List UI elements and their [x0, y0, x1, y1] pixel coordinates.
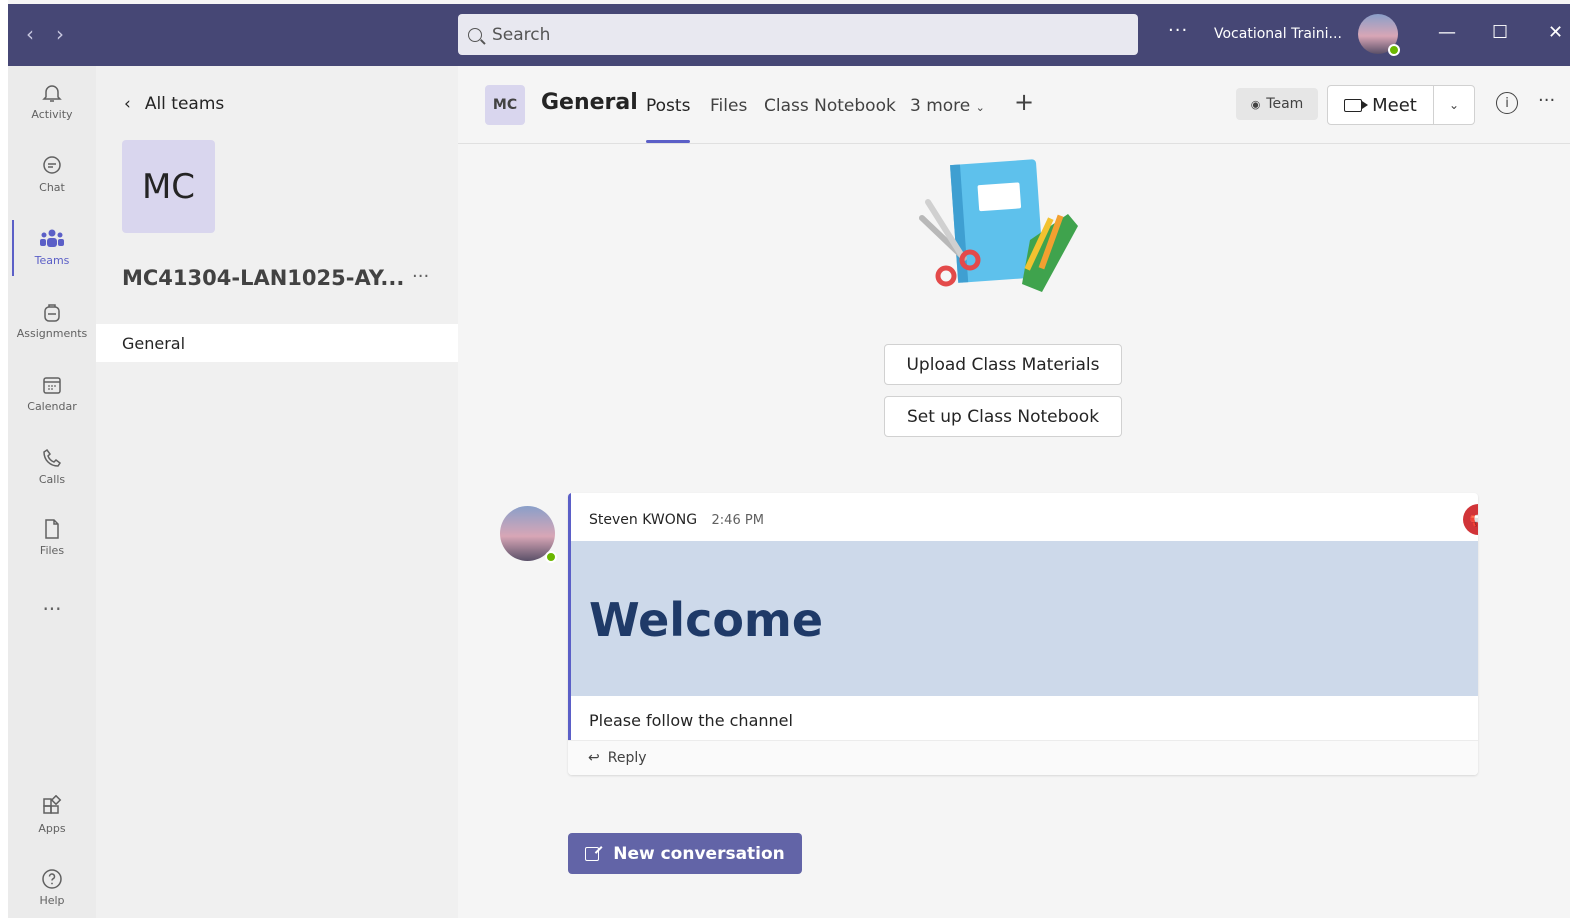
rail-item-apps[interactable]: Apps	[8, 780, 96, 850]
search-placeholder: Search	[492, 24, 551, 45]
tab-more-label: 3 more	[910, 96, 971, 116]
settings-more-button[interactable]: ···	[1168, 20, 1188, 41]
meet-button-group: Meet ⌄	[1327, 85, 1475, 125]
active-tab-indicator	[646, 140, 690, 143]
title-bar: ‹ › Search ··· Vocational Traini... — ☐ …	[8, 4, 1570, 66]
author-avatar[interactable]	[500, 506, 557, 563]
add-tab-button[interactable]: +	[1014, 88, 1034, 116]
info-icon[interactable]: i	[1496, 92, 1518, 114]
new-conversation-button[interactable]: New conversation	[568, 833, 802, 874]
phone-icon	[43, 448, 62, 467]
announcement-post: Steven KWONG 2:46 PM 📢 Welcome Please fo…	[568, 493, 1478, 775]
window-left-edge	[0, 0, 8, 918]
upload-class-materials-button[interactable]: Upload Class Materials	[884, 344, 1122, 385]
channel-avatar: MC	[485, 85, 525, 125]
announcement-banner: Welcome	[571, 541, 1478, 696]
tab-more[interactable]: 3 more ⌄	[910, 96, 985, 116]
megaphone-icon: 📢	[1463, 504, 1478, 535]
tab-posts[interactable]: Posts	[646, 96, 690, 116]
help-icon	[42, 869, 62, 889]
reply-button[interactable]: ↩ Reply	[568, 740, 1478, 775]
calendar-icon	[43, 377, 61, 394]
rail-item-calendar[interactable]: Calendar	[8, 358, 96, 428]
tab-files[interactable]: Files	[710, 96, 747, 116]
chevron-left-icon: ‹	[124, 94, 131, 114]
channel-main: MC General Posts Files Class Notebook 3 …	[458, 66, 1570, 918]
rail-label: Teams	[34, 254, 70, 267]
team-more-button[interactable]: ···	[412, 266, 429, 287]
forward-arrow-icon[interactable]: ›	[56, 22, 64, 46]
apps-icon	[43, 795, 62, 814]
meet-dropdown-button[interactable]: ⌄	[1434, 86, 1474, 124]
rail-label: Help	[39, 894, 65, 907]
reply-arrow-icon: ↩	[588, 750, 600, 766]
search-icon	[468, 27, 482, 42]
rail-item-chat[interactable]: Chat	[8, 139, 96, 209]
channel-title: General	[541, 90, 638, 115]
announcement-title: Welcome	[589, 593, 824, 647]
meet-button-label: Meet	[1372, 94, 1417, 116]
bell-icon	[42, 85, 62, 102]
back-arrow-icon[interactable]: ‹	[26, 22, 34, 46]
file-icon	[45, 519, 59, 539]
compose-icon	[585, 846, 600, 861]
rail-item-activity[interactable]: Activity	[8, 66, 96, 136]
org-switcher[interactable]: Vocational Traini...	[1214, 26, 1342, 42]
rail-label: Assignments	[16, 327, 88, 340]
team-button-label: Team	[1266, 96, 1304, 112]
rail-item-calls[interactable]: Calls	[8, 431, 96, 501]
team-name: MC41304-LAN1025-AY...	[122, 266, 405, 290]
all-teams-link[interactable]: ‹ All teams	[124, 94, 224, 114]
set-up-class-notebook-button[interactable]: Set up Class Notebook	[884, 396, 1122, 437]
team-avatar: MC	[122, 140, 215, 233]
teams-icon	[40, 229, 64, 247]
all-teams-label: All teams	[144, 94, 225, 114]
rail-label: Apps	[38, 822, 66, 835]
rail-item-help[interactable]: Help	[8, 852, 96, 918]
post-author[interactable]: Steven KWONG	[589, 512, 697, 528]
post-time: 2:46 PM	[711, 513, 764, 528]
more-icon: ···	[42, 597, 62, 621]
backpack-icon	[44, 304, 60, 322]
rail-label: Chat	[39, 181, 65, 194]
rail-label: Calendar	[27, 400, 77, 413]
close-button[interactable]: ✕	[1548, 22, 1563, 43]
chevron-down-icon: ⌄	[1448, 98, 1460, 112]
rail-item-files[interactable]: Files	[8, 502, 96, 572]
post-body: Please follow the channel	[589, 711, 793, 730]
reply-label: Reply	[607, 750, 647, 766]
profile-avatar[interactable]	[1358, 14, 1400, 56]
rail-more-apps-button[interactable]: ···	[8, 574, 96, 644]
team-panel: ‹ All teams MC MC41304-LAN1025-AY... ···…	[96, 66, 458, 918]
rail-item-assignments[interactable]: Assignments	[8, 285, 96, 355]
search-input[interactable]: Search	[458, 14, 1138, 55]
meet-button[interactable]: Meet	[1328, 86, 1434, 124]
rail-label: Activity	[31, 108, 73, 121]
presence-available-icon	[545, 551, 557, 563]
post-meta: Steven KWONG 2:46 PM	[589, 512, 764, 528]
class-notebook-illustration	[919, 159, 1078, 292]
channel-more-button[interactable]: ···	[1538, 90, 1555, 111]
presence-available-icon	[1388, 44, 1400, 56]
rail-label: Calls	[38, 473, 66, 486]
video-camera-icon	[1344, 98, 1369, 112]
history-nav: ‹ ›	[26, 22, 64, 46]
minimize-button[interactable]: —	[1438, 22, 1456, 43]
channel-header: MC General Posts Files Class Notebook 3 …	[458, 66, 1570, 144]
chat-icon	[43, 156, 61, 174]
rail-label: Files	[39, 544, 65, 557]
team-button[interactable]: ◉ Team	[1236, 88, 1318, 120]
app-rail: Activity Chat Teams Assignments Calendar…	[8, 66, 96, 918]
rail-item-teams[interactable]: Teams	[8, 212, 96, 282]
channel-item-general[interactable]: General	[96, 324, 458, 362]
maximize-button[interactable]: ☐	[1492, 22, 1508, 43]
tab-class-notebook[interactable]: Class Notebook	[764, 96, 896, 116]
eye-icon: ◉	[1250, 97, 1261, 111]
new-conversation-label: New conversation	[613, 843, 785, 864]
chevron-down-icon: ⌄	[975, 101, 985, 114]
